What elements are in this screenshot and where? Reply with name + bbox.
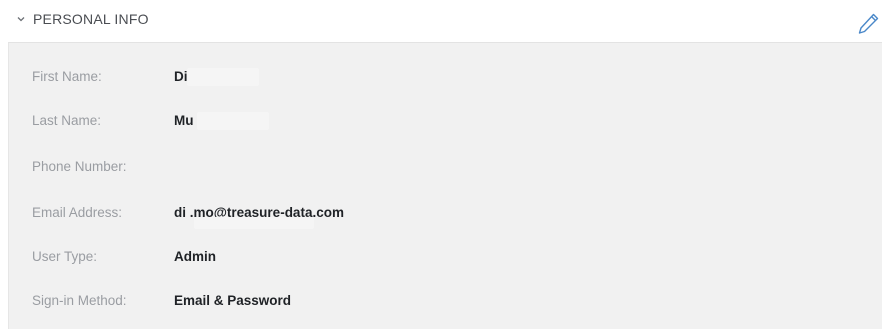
personal-info-panel: First Name: Di Last Name: Mu Phone Numbe… [8,42,882,329]
user-type-row: User Type: Admin [9,246,882,270]
section-header[interactable]: PERSONAL INFO [0,0,882,42]
email-address-label: Email Address: [32,205,123,220]
pencil-icon[interactable] [854,10,882,38]
sign-in-method-label: Sign-in Method: [32,293,127,308]
redaction-mask [187,68,259,86]
chevron-down-icon[interactable] [15,13,27,25]
sign-in-method-row: Sign-in Method: Email & Password [9,290,882,314]
first-name-value: Di [174,69,188,84]
user-type-label: User Type: [32,249,98,264]
first-name-label: First Name: [32,69,102,84]
last-name-value: Mu [174,113,194,128]
last-name-row: Last Name: Mu [9,110,882,134]
last-name-label: Last Name: [32,113,102,128]
sign-in-method-value: Email & Password [174,293,292,308]
phone-number-label: Phone Number: [32,159,127,174]
redaction-mask [197,112,269,130]
first-name-row: First Name: Di [9,66,882,90]
redaction-mask [194,217,314,229]
section-title: PERSONAL INFO [33,11,149,27]
phone-number-row: Phone Number: [9,156,882,180]
email-address-row: Email Address: di .mo@treasure-data.com [9,202,882,229]
user-type-value: Admin [174,249,216,264]
